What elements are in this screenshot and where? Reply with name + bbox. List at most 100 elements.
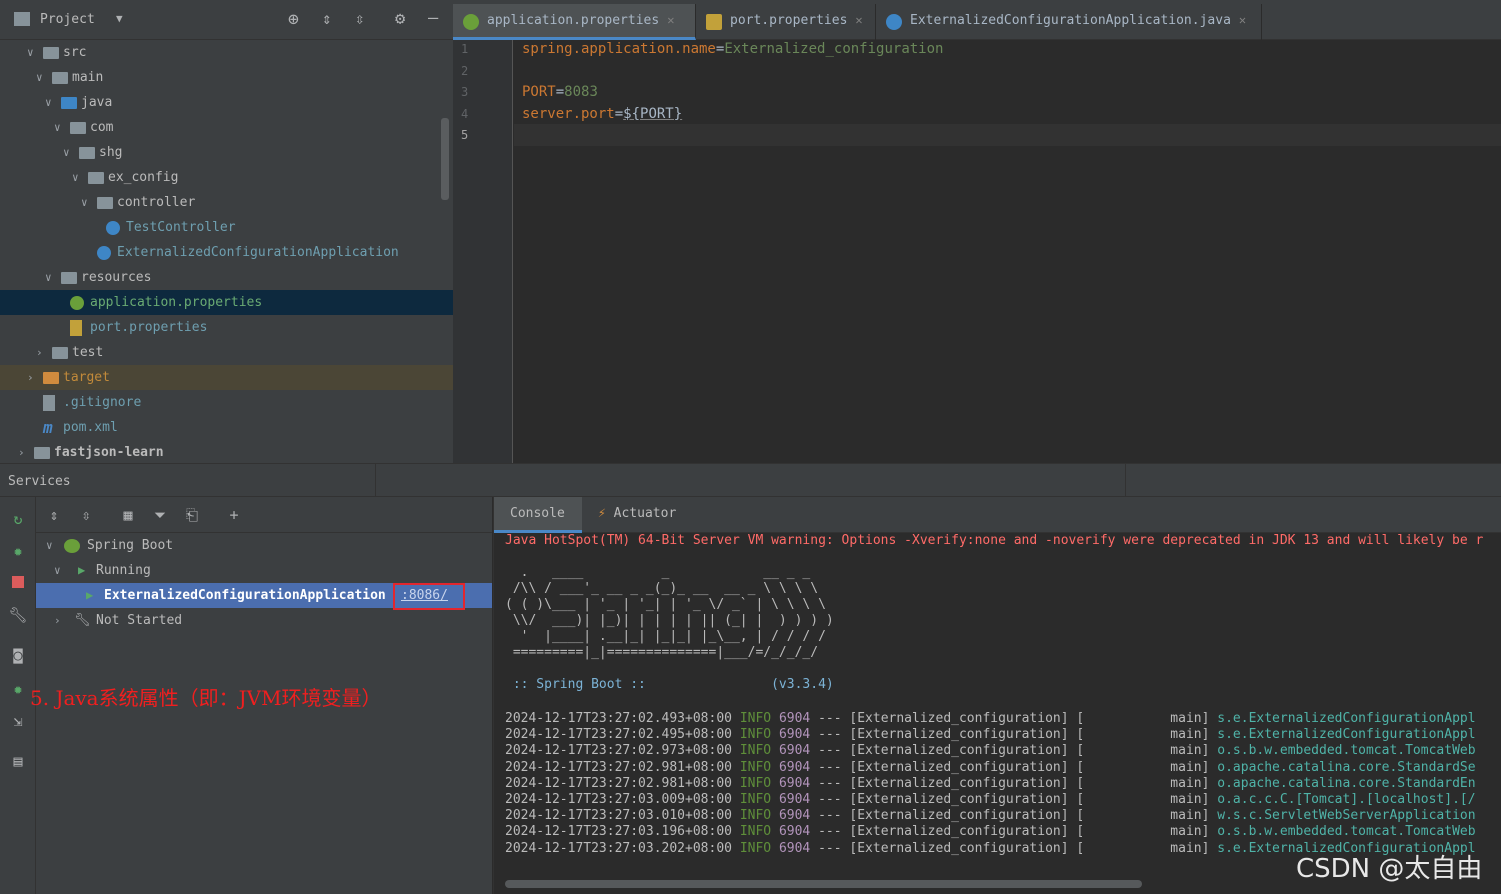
tree-item-running[interactable]: ∨ ▶ Running xyxy=(36,558,492,583)
tree-item-port-properties[interactable]: port.properties xyxy=(0,315,453,340)
tree-item-controller[interactable]: ∨ controller xyxy=(0,190,453,215)
chevron-down-icon[interactable]: ∨ xyxy=(45,265,59,290)
debug-icon[interactable]: ✹ xyxy=(8,541,28,561)
console-horizontal-scrollbar[interactable] xyxy=(505,880,1142,888)
tab-application-properties[interactable]: application.properties ✕ xyxy=(453,4,696,40)
editor-tab-bar: application.properties ✕ port.properties ✕… xyxy=(453,0,1501,40)
tree-item-label: java xyxy=(81,95,113,110)
console-output[interactable]: Java HotSpot(TM) 64-Bit Server VM warnin… xyxy=(493,533,1501,894)
tree-item-externalizedconfigurationapplication[interactable]: ExternalizedConfigurationApplication xyxy=(0,240,453,265)
collapse-all-icon[interactable]: ⇳ xyxy=(76,505,96,525)
tree-item-test[interactable]: › test xyxy=(0,340,453,365)
chevron-right-icon[interactable]: › xyxy=(36,340,50,365)
close-icon[interactable]: ✕ xyxy=(1239,13,1246,27)
tree-item-not-started[interactable]: › 🔧︎ Not Started xyxy=(36,608,492,633)
folder-icon xyxy=(43,47,59,59)
filter-icon[interactable]: ⏷ xyxy=(150,505,170,525)
chevron-down-icon[interactable]: ∨ xyxy=(45,90,59,115)
tree-item-com[interactable]: ∨ com xyxy=(0,115,453,140)
tree-item-ex-config[interactable]: ∨ ex_config xyxy=(0,165,453,190)
spring-boot-class-icon xyxy=(886,14,902,30)
line-number-gutter: 1 2 3 4 5 xyxy=(453,40,513,463)
log-thread: --- [Externalized_configuration] [ main] xyxy=(818,775,1218,791)
tree-item-label: ex_config xyxy=(108,170,179,185)
locate-icon[interactable]: ⊕ xyxy=(288,9,299,30)
tab-console[interactable]: Console xyxy=(494,497,582,533)
log-timestamp: 2024-12-17T23:27:03.202+08:00 xyxy=(505,840,740,856)
line-number: 5 xyxy=(461,128,469,142)
log-thread: --- [Externalized_configuration] [ main] xyxy=(818,824,1218,840)
tab-externalized-configuration-application[interactable]: ExternalizedConfigurationApplication.jav… xyxy=(876,4,1262,40)
tree-item-label: Not Started xyxy=(96,613,183,628)
code-line[interactable]: spring.application.name=Externalized_con… xyxy=(522,41,943,57)
expand-all-icon[interactable]: ⇕ xyxy=(44,505,64,525)
chevron-right-icon[interactable]: › xyxy=(18,440,32,463)
banner-line: /\\ / ___'_ __ _ _(_)_ __ __ _ \ \ \ \ xyxy=(505,581,819,596)
code-line[interactable]: server.port=${PORT} xyxy=(522,106,682,122)
collapse-all-icon[interactable]: ⇳ xyxy=(355,9,365,28)
tree-item-label: TestController xyxy=(126,220,236,235)
stop-icon[interactable] xyxy=(8,573,28,593)
project-view-icon xyxy=(14,12,30,26)
property-key: server.port xyxy=(522,105,615,122)
tree-item-externalized-configuration-application[interactable]: ▶ ExternalizedConfigurationApplication :… xyxy=(36,583,492,610)
log-line: 2024-12-17T23:27:03.009+08:00 INFO 6904 … xyxy=(505,792,1476,807)
tree-item-src[interactable]: ∨ src xyxy=(0,40,453,65)
project-scrollbar[interactable] xyxy=(441,118,449,200)
tree-item-application-properties[interactable]: application.properties xyxy=(0,290,453,315)
services-panel-header: Services xyxy=(0,463,1501,497)
property-key: PORT xyxy=(522,84,556,100)
tree-item-pom-xml[interactable]: m pom.xml xyxy=(0,415,453,440)
chevron-down-icon[interactable]: ∨ xyxy=(46,533,53,558)
tree-item-fastjson-learn[interactable]: › fastjson-learn xyxy=(0,440,453,463)
tree-item-testcontroller[interactable]: TestController xyxy=(0,215,453,240)
tree-item-main[interactable]: ∨ main xyxy=(0,65,453,90)
group-by-icon[interactable]: ▦ xyxy=(118,505,138,525)
expand-all-icon[interactable]: ⇕ xyxy=(322,9,332,28)
chevron-down-icon[interactable]: ∨ xyxy=(54,558,61,583)
chevron-right-icon[interactable]: › xyxy=(54,608,61,633)
code-line[interactable]: PORT=8083 xyxy=(522,84,598,100)
code-editor[interactable]: spring.application.name = Externalized_con… xyxy=(514,40,1501,463)
debug-attach-icon[interactable]: ✹ xyxy=(8,679,28,699)
log-pid: 6904 xyxy=(778,743,819,759)
rerun-icon[interactable]: ↻ xyxy=(8,509,28,529)
log-pid: 6904 xyxy=(778,759,819,775)
wrench-icon[interactable]: 🔧︎ xyxy=(8,605,28,625)
chevron-down-icon[interactable]: ∨ xyxy=(54,115,68,140)
chevron-down-icon[interactable]: ∨ xyxy=(72,165,86,190)
close-icon[interactable]: ✕ xyxy=(855,13,862,27)
banner-line: \\/ ___)| |_)| | | | | || (_| | ) ) ) ) xyxy=(505,613,834,628)
tree-item-target[interactable]: › target xyxy=(0,365,453,390)
import-icon[interactable]: ⇲ xyxy=(8,711,28,731)
log-pid: 6904 xyxy=(778,727,819,743)
chevron-down-icon[interactable]: ∨ xyxy=(81,190,95,215)
chevron-down-icon[interactable]: ∨ xyxy=(36,65,50,90)
new-tab-icon[interactable]: ⎗ xyxy=(182,505,202,525)
tree-item-label: pom.xml xyxy=(63,420,118,435)
annotation-text: 5. Java系统属性（即：JVM环境变量） xyxy=(30,686,382,710)
banner-line: :: Spring Boot :: (v3.3.4) xyxy=(505,677,834,692)
camera-icon[interactable]: ◙ xyxy=(8,645,28,665)
gear-icon[interactable]: ⚙ xyxy=(395,9,405,29)
tree-item-shg[interactable]: ∨ shg xyxy=(0,140,453,165)
package-icon xyxy=(70,122,86,134)
close-icon[interactable]: ✕ xyxy=(667,13,674,27)
chevron-down-icon[interactable]: ▼ xyxy=(116,12,123,25)
minimize-icon[interactable]: — xyxy=(428,8,438,28)
tree-item-label: ExternalizedConfigurationApplication xyxy=(104,588,386,603)
tab-actuator[interactable]: ⚡ Actuator xyxy=(594,497,704,533)
module-folder-icon xyxy=(34,447,50,459)
actuator-icon: ⚡ xyxy=(598,506,606,521)
chevron-right-icon[interactable]: › xyxy=(27,365,41,390)
project-title[interactable]: Project xyxy=(40,12,95,27)
tree-item-resources[interactable]: ∨ resources xyxy=(0,265,453,290)
layout-icon[interactable]: ▤ xyxy=(8,751,28,771)
add-icon[interactable]: + xyxy=(224,505,244,525)
tree-item-gitignore[interactable]: .gitignore xyxy=(0,390,453,415)
tab-port-properties[interactable]: port.properties ✕ xyxy=(696,4,876,40)
chevron-down-icon[interactable]: ∨ xyxy=(63,140,77,165)
tree-item-java[interactable]: ∨ java xyxy=(0,90,453,115)
chevron-down-icon[interactable]: ∨ xyxy=(27,40,41,65)
tree-item-spring-boot[interactable]: ∨ Spring Boot xyxy=(36,533,492,558)
